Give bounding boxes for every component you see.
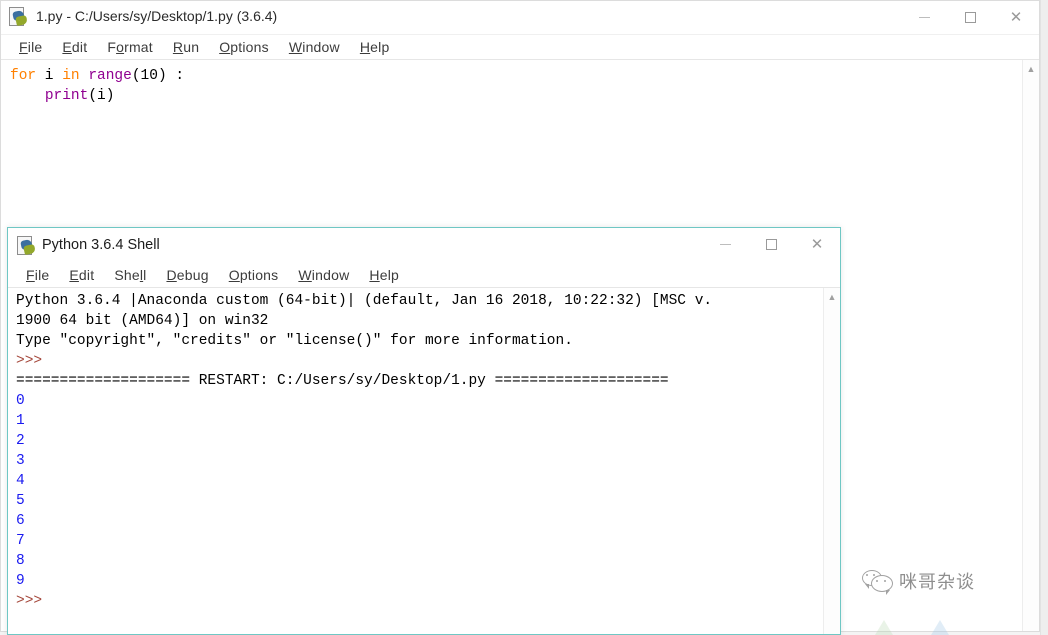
shell-menubar[interactable]: File Edit Shell Debug Options Window Hel…	[8, 263, 840, 288]
menu-window[interactable]: Window	[288, 267, 359, 283]
shell-output-value: 2	[16, 433, 25, 449]
editor-vertical-scrollbar[interactable]: ▲	[1022, 60, 1039, 631]
menu-edit[interactable]: Edit	[59, 267, 104, 283]
shell-title: Python 3.6.4 Shell	[42, 237, 160, 253]
menu-edit[interactable]: Edit	[52, 39, 97, 55]
shell-restart-line: ==================== RESTART: C:/Users/s…	[16, 373, 669, 389]
python-idle-icon	[9, 7, 29, 27]
shell-banner-line1: Python 3.6.4 |Anaconda custom (64-bit)| …	[16, 293, 713, 309]
triangle-icon	[931, 620, 949, 635]
editor-code[interactable]: for i in range(10) : print(i)	[10, 66, 184, 106]
menu-options[interactable]: Options	[219, 267, 289, 283]
code-args-print: (i)	[88, 88, 115, 104]
editor-menubar[interactable]: File Edit Format Run Options Window Help	[1, 35, 1039, 60]
code-builtin-range: range	[79, 68, 132, 84]
editor-titlebar[interactable]: 1.py - C:/Users/sy/Desktop/1.py (3.6.4) …	[1, 1, 1039, 35]
shell-output[interactable]: Python 3.6.4 |Anaconda custom (64-bit)| …	[16, 291, 818, 611]
menu-help[interactable]: Help	[350, 39, 400, 55]
scroll-down-icon[interactable]	[1023, 614, 1039, 631]
shell-titlebar[interactable]: Python 3.6.4 Shell ✕	[8, 228, 840, 263]
shell-banner-line2: 1900 64 bit (AMD64)] on win32	[16, 313, 269, 329]
maximize-icon	[964, 12, 976, 23]
shell-output-value: 4	[16, 473, 25, 489]
shell-output-value: 8	[16, 553, 25, 569]
menu-file[interactable]: File	[16, 267, 59, 283]
scroll-up-icon[interactable]: ▲	[1023, 60, 1039, 77]
shell-vertical-scrollbar[interactable]: ▲	[823, 288, 840, 634]
close-icon: ✕	[1009, 9, 1023, 26]
python-shell-window[interactable]: Python 3.6.4 Shell ✕ File Edit Shell Deb…	[7, 227, 841, 635]
editor-title: 1.py - C:/Users/sy/Desktop/1.py (3.6.4)	[36, 8, 278, 24]
code-var-i: i	[36, 68, 63, 84]
watermark-text: 咪哥杂谈	[899, 572, 975, 592]
maximize-button[interactable]	[947, 1, 993, 34]
shell-output-value: 3	[16, 453, 25, 469]
menu-shell[interactable]: Shell	[104, 267, 156, 283]
shell-output-value: 9	[16, 573, 25, 589]
menu-window[interactable]: Window	[279, 39, 350, 55]
shell-output-value: 0	[16, 393, 25, 409]
desktop-background: 1.py - C:/Users/sy/Desktop/1.py (3.6.4) …	[0, 0, 1048, 635]
shell-output-value: 6	[16, 513, 25, 529]
wechat-watermark: 咪哥杂谈	[862, 568, 975, 595]
decorative-arrows	[875, 620, 949, 635]
shell-final-prompt: >>>	[16, 593, 43, 609]
close-button[interactable]: ✕	[794, 228, 840, 261]
menu-file[interactable]: File	[9, 39, 52, 55]
menu-options[interactable]: Options	[209, 39, 279, 55]
code-keyword-in: in	[62, 68, 80, 84]
shell-window-controls[interactable]: ✕	[702, 228, 840, 261]
menu-debug[interactable]: Debug	[156, 267, 218, 283]
menu-help[interactable]: Help	[359, 267, 409, 283]
menu-format[interactable]: Format	[97, 39, 163, 55]
wechat-icon	[862, 570, 893, 595]
shell-output-value: 5	[16, 493, 25, 509]
code-builtin-print: print	[44, 88, 89, 104]
shell-output-value: 1	[16, 413, 25, 429]
code-args-range: (10) :	[131, 68, 185, 84]
close-button[interactable]: ✕	[993, 1, 1039, 34]
shell-output-value: 7	[16, 533, 25, 549]
close-icon: ✕	[810, 236, 824, 253]
minimize-button[interactable]	[702, 228, 748, 261]
minimize-icon	[719, 244, 731, 245]
shell-banner-line3: Type "copyright", "credits" or "license(…	[16, 333, 573, 349]
shell-text-area[interactable]: Python 3.6.4 |Anaconda custom (64-bit)| …	[8, 288, 840, 634]
minimize-button[interactable]	[901, 1, 947, 34]
triangle-icon	[875, 620, 893, 635]
minimize-icon	[918, 17, 930, 18]
code-keyword-for: for	[10, 68, 37, 84]
maximize-button[interactable]	[748, 228, 794, 261]
page-right-gutter	[1040, 0, 1048, 635]
shell-prompt: >>>	[16, 353, 43, 369]
scroll-down-icon[interactable]	[824, 617, 840, 634]
python-idle-icon	[17, 236, 36, 256]
menu-run[interactable]: Run	[163, 39, 209, 55]
editor-window-controls[interactable]: ✕	[901, 1, 1039, 34]
scroll-up-icon[interactable]: ▲	[824, 288, 840, 305]
maximize-icon	[765, 239, 777, 250]
